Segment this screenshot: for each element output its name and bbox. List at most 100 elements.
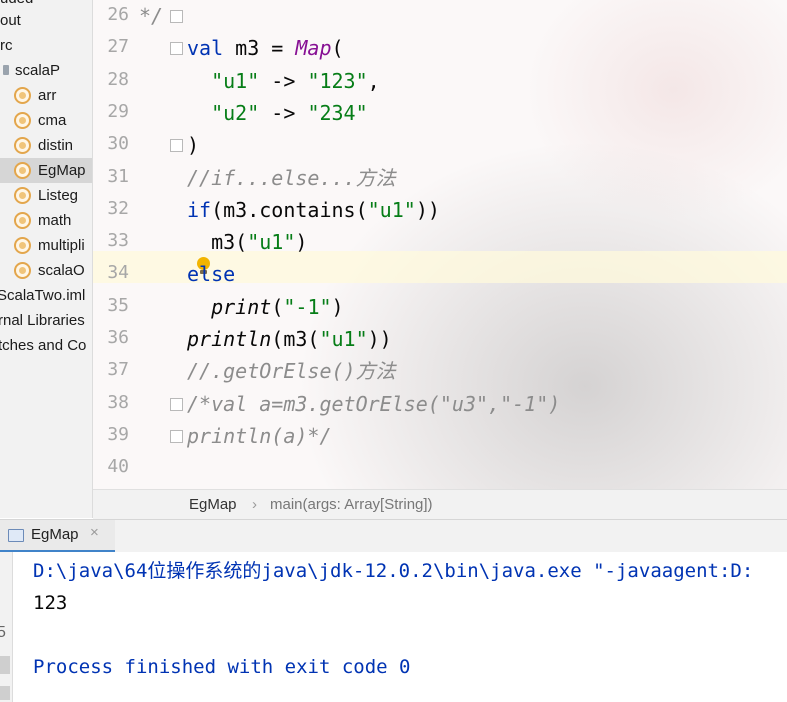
code-token: -> [259, 68, 308, 93]
run-tool-window-header: EgMap × [0, 519, 787, 553]
code-token: ( [331, 36, 344, 61]
code-token: val [187, 36, 236, 61]
code-line[interactable]: else [187, 262, 235, 286]
tree-item-listeg[interactable]: Listeg [0, 183, 92, 208]
code-line[interactable]: println(m3("u1")) [187, 327, 392, 351]
tree-item-scalap[interactable]: scalaP [0, 58, 92, 83]
tree-item-label: multipli [38, 237, 85, 254]
code-token: )) [367, 327, 392, 351]
line-number: 40 [107, 456, 129, 478]
scroll-to-end-icon[interactable] [0, 656, 10, 674]
tree-item-rnal-libraries[interactable]: rnal Libraries [0, 308, 92, 333]
soft-wrap-icon[interactable] [0, 686, 10, 700]
tree-item-label: ScalaTwo.iml [0, 287, 86, 304]
line-number: 33 [107, 230, 129, 252]
code-line[interactable]: /*val a=m3.getOrElse("u3","-1") [187, 392, 560, 416]
tree-item-label: arr [38, 87, 57, 104]
fold-marker-icon[interactable] [170, 10, 183, 23]
tree-item-out[interactable]: out [0, 8, 92, 33]
code-token: print [211, 294, 272, 319]
scala-object-icon [14, 212, 31, 229]
tree-item-multipli[interactable]: multipli [0, 233, 92, 258]
code-line[interactable]: "u2" -> "234" [187, 101, 368, 125]
code-token: "123" [307, 68, 368, 93]
tree-item-label: EgMap [38, 162, 86, 179]
code-line[interactable]: //.getOrElse()方法 [187, 359, 396, 383]
tree-item-egmap[interactable]: EgMap [0, 158, 92, 183]
run-tab-label: EgMap [31, 526, 79, 543]
line-number: 30 [107, 133, 129, 155]
editor-gutter[interactable]: 26 27 28 29 30 31 32 33 34 35 36 37 38 39 40 [93, 0, 183, 489]
tree-item-arr[interactable]: arr [0, 83, 92, 108]
tree-item-scalatwo-iml[interactable]: ScalaTwo.iml [0, 283, 92, 308]
console-line: Process finished with exit code 0 [33, 656, 411, 678]
rerun-icon[interactable]: 5 [0, 624, 6, 642]
code-editor[interactable]: 26 27 28 29 30 31 32 33 34 35 36 37 38 39 40 */ val m3 … [93, 0, 787, 489]
run-toolbar: 5 [0, 552, 13, 702]
code-token: m3 = [235, 36, 296, 61]
line-number: 31 [107, 165, 129, 187]
breadcrumb-method[interactable]: main(args: Array[String]) [270, 490, 433, 520]
project-tree: udedoutrcscalaParrcmadistinEgMapListegma… [0, 0, 93, 518]
code-token: (m3( [271, 327, 320, 351]
code-token: "u1" [211, 68, 260, 93]
code-line[interactable]: println(a)*/ [187, 424, 332, 448]
breadcrumb-class[interactable]: EgMap [189, 490, 237, 520]
code-token: "u1" [319, 327, 368, 351]
line-number: 39 [107, 423, 129, 445]
code-token: else [187, 262, 236, 287]
code-token: ) [295, 230, 308, 255]
tree-item-scalao[interactable]: scalaO [0, 258, 92, 283]
tree-item-cma[interactable]: cma [0, 108, 92, 133]
close-icon[interactable]: × [90, 524, 99, 541]
scala-object-icon [14, 237, 31, 254]
line-number: 26 [107, 4, 129, 25]
tree-item-label: scalaP [15, 62, 61, 79]
code-line[interactable]: if(m3.contains("u1")) [187, 198, 440, 222]
code-token: */ [139, 4, 164, 28]
scala-object-icon [14, 262, 31, 279]
code-token: /*val a=m3.getOrElse("u3","-1") [187, 391, 561, 416]
console-line: D:\java\64位操作系统的java\jdk-12.0.2\bin\java… [33, 560, 754, 582]
fold-marker-icon[interactable] [170, 139, 183, 153]
code-token: m3( [187, 230, 248, 255]
code-token: -> [259, 100, 308, 125]
code-line[interactable]: m3("u1") [187, 230, 307, 254]
code-token: ( [271, 294, 284, 319]
code-token: Map [295, 36, 332, 61]
tree-item-tches-and-co[interactable]: tches and Co [0, 333, 92, 358]
tree-item-math[interactable]: math [0, 208, 92, 233]
fold-marker-icon[interactable] [170, 397, 183, 411]
code-line[interactable]: print("-1") [187, 294, 343, 319]
console-output[interactable]: D:\java\64位操作系统的java\jdk-12.0.2\bin\java… [13, 552, 787, 702]
code-line[interactable]: val m3 = Map( [187, 36, 344, 60]
code-token: "u1" [367, 197, 416, 222]
code-token: "u2" [211, 100, 260, 125]
console-line: 123 [33, 592, 68, 614]
tree-item-label: rc [0, 37, 13, 54]
package-icon [3, 65, 9, 75]
line-number: 34 [107, 262, 129, 284]
scala-object-icon [14, 112, 31, 129]
fold-marker-icon[interactable] [170, 42, 183, 56]
line-number: 37 [107, 359, 129, 381]
tree-item-label: tches and Co [0, 337, 87, 354]
line-number: 38 [107, 391, 129, 413]
tree-item-distin[interactable]: distin [0, 133, 92, 158]
code-line[interactable]: //if...else...方法 [187, 166, 396, 190]
code-line[interactable]: "u1" -> "123", [187, 69, 380, 93]
fold-marker-icon[interactable] [170, 429, 183, 443]
tree-item-label: cma [38, 112, 67, 129]
line-number: 36 [107, 327, 129, 348]
code-line[interactable]: ) [187, 133, 199, 157]
run-tab-egmap[interactable]: EgMap × [0, 520, 115, 553]
code-token: "-1" [283, 294, 332, 319]
line-number: 35 [107, 294, 129, 316]
tree-item-rc[interactable]: rc [0, 33, 92, 58]
scala-object-icon [14, 162, 31, 179]
code-line[interactable]: */ [139, 4, 163, 28]
code-token: //.getOrElse()方法 [187, 359, 396, 384]
